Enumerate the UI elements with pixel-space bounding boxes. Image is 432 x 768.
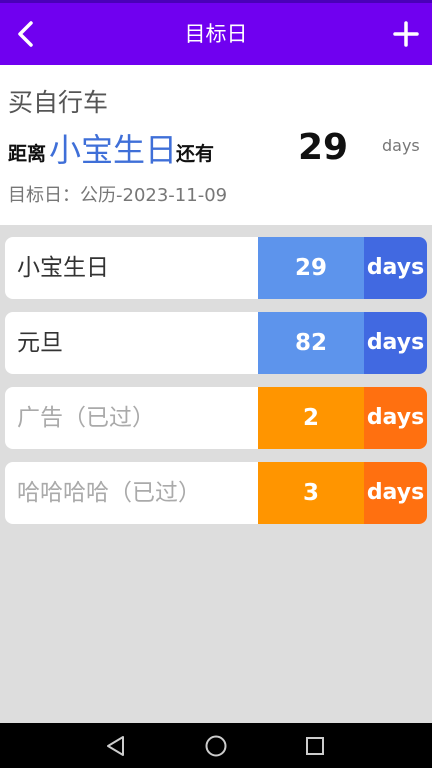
countdown-prefix: 距离 — [8, 143, 47, 165]
countdown-suffix: 还有 — [176, 143, 215, 165]
event-days: 82 — [258, 312, 364, 374]
countdown-event: 小宝生日 — [49, 131, 178, 169]
nav-recents-button[interactable] — [301, 732, 329, 760]
event-row[interactable]: 小宝生日 29 days — [5, 237, 427, 299]
system-nav-bar — [0, 723, 432, 768]
event-list: 小宝生日 29 days 元旦 82 days 广告（已过） 2 days 哈哈… — [5, 237, 427, 537]
event-row[interactable]: 广告（已过） 2 days — [5, 387, 427, 449]
event-days: 29 — [258, 237, 364, 299]
event-label: 哈哈哈哈（已过） — [17, 480, 201, 506]
plus-icon — [393, 21, 419, 47]
event-unit: days — [364, 462, 427, 524]
featured-countdown-card: 买自行车 距离 小宝生日 还有 29 days 目标日：公历-2023-11-0… — [0, 65, 432, 225]
event-label: 小宝生日 — [17, 255, 109, 281]
chevron-left-icon — [18, 21, 33, 47]
circle-home-icon — [205, 735, 227, 757]
countdown-unit: days — [382, 136, 420, 155]
event-row[interactable]: 哈哈哈哈（已过） 3 days — [5, 462, 427, 524]
featured-event-name: 买自行车 — [8, 88, 109, 117]
page-title: 目标日 — [184, 22, 248, 46]
top-app-bar: 目标日 — [0, 3, 432, 65]
event-days: 2 — [258, 387, 364, 449]
countdown-days: 29 — [298, 127, 349, 168]
event-label: 广告（已过） — [17, 405, 155, 431]
countdown-line: 距离 小宝生日 还有 29 days — [8, 125, 432, 169]
square-recents-icon — [306, 737, 324, 755]
event-unit: days — [364, 312, 427, 374]
add-button[interactable] — [386, 11, 426, 57]
event-label: 元旦 — [17, 330, 63, 356]
nav-home-button[interactable] — [202, 732, 230, 760]
event-unit: days — [364, 387, 427, 449]
event-row[interactable]: 元旦 82 days — [5, 312, 427, 374]
nav-back-button[interactable] — [102, 732, 130, 760]
event-days: 3 — [258, 462, 364, 524]
triangle-back-icon — [107, 736, 124, 756]
back-button[interactable] — [6, 11, 46, 57]
target-date: 目标日：公历-2023-11-09 — [8, 185, 228, 206]
event-unit: days — [364, 237, 427, 299]
